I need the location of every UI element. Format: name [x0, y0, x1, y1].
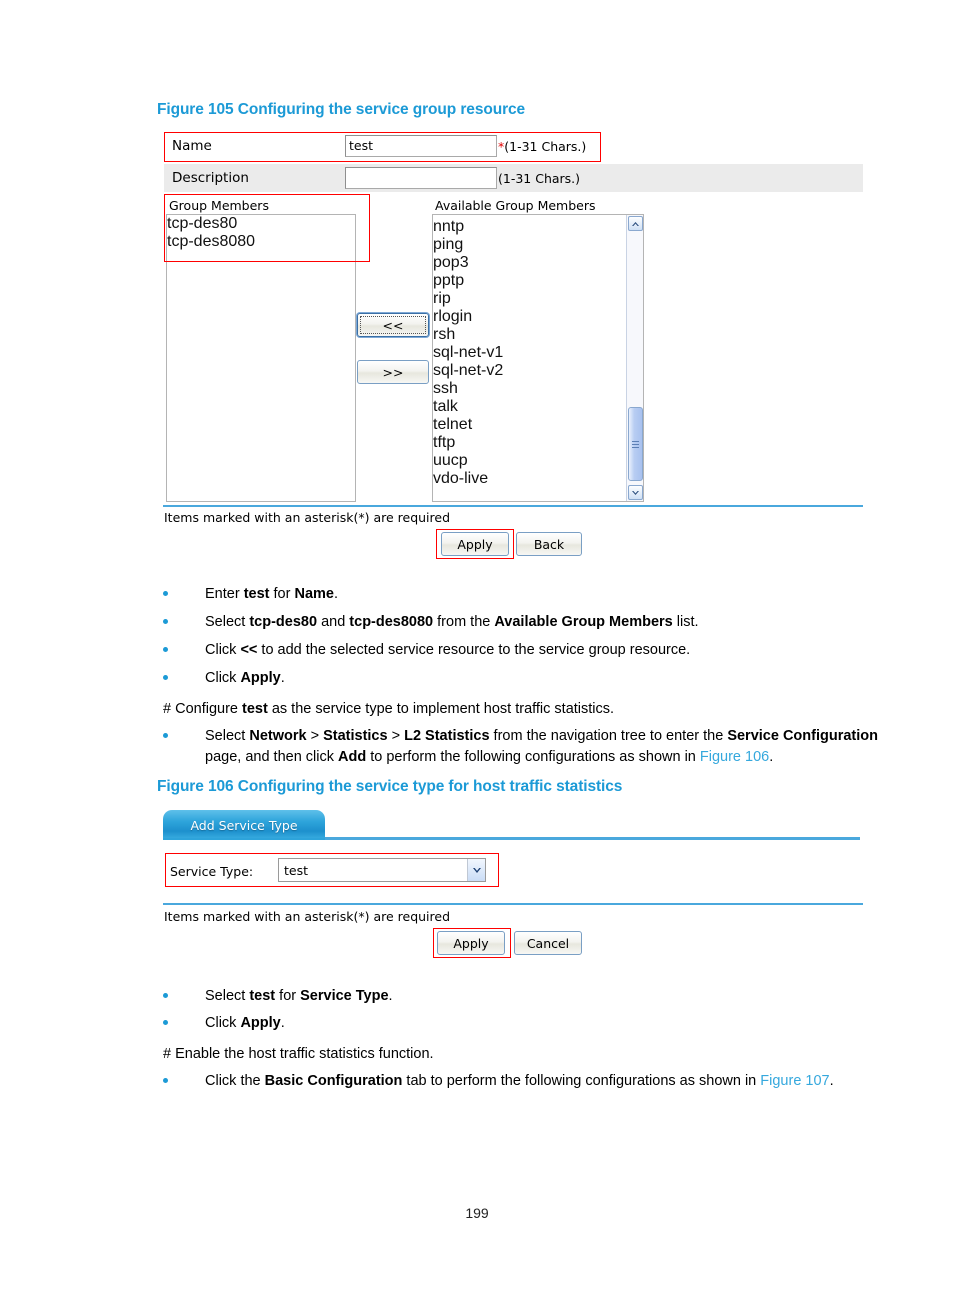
service-type-select[interactable]: test	[278, 858, 486, 882]
step-text: Select Network > Statistics > L2 Statist…	[205, 728, 878, 765]
description-label: Description	[172, 170, 249, 186]
list-item[interactable]: ping	[433, 236, 643, 254]
apply-button-105[interactable]: Apply	[441, 532, 509, 556]
service-type-label: Service Type:	[170, 864, 254, 879]
tab-label: Add Service Type	[190, 817, 298, 833]
list-item[interactable]: uucp	[433, 452, 643, 470]
bullet-icon	[163, 1020, 168, 1025]
listbox-scrollbar[interactable]	[626, 215, 643, 501]
step-text: Click Apply.	[205, 670, 285, 686]
figure-106-required-note: Items marked with an asterisk(*) are req…	[164, 909, 451, 924]
available-options: nntp ping pop3 pptp rip rlogin rsh sql-n…	[433, 215, 643, 488]
list-item: Select test for Service Type.	[163, 986, 893, 1007]
bullet-icon	[163, 993, 168, 998]
chevron-up-icon	[632, 221, 639, 226]
list-item[interactable]: pop3	[433, 254, 643, 272]
available-group-members-listbox[interactable]: nntp ping pop3 pptp rip rlogin rsh sql-n…	[432, 214, 644, 502]
list-item[interactable]: tcp-des8080	[167, 233, 355, 251]
chevron-down-icon	[632, 490, 639, 495]
figure-105-caption: Figure 105 Configuring the service group…	[157, 101, 526, 118]
list-item[interactable]: tcp-des80	[167, 215, 355, 233]
step-text: Click the Basic Configuration tab to per…	[205, 1073, 834, 1089]
list-item: Enter test for Name.	[163, 584, 893, 605]
move-right-label: >>	[382, 364, 404, 380]
list-item[interactable]: rsh	[433, 326, 643, 344]
figure-105-divider	[163, 505, 863, 507]
bullet-icon	[163, 591, 168, 596]
chevron-down-glyph	[472, 867, 481, 873]
list-item: Select Network > Statistics > L2 Statist…	[163, 726, 903, 768]
name-input[interactable]: test	[345, 135, 497, 157]
step-text: Select tcp-des80 and tcp-des8080 from th…	[205, 614, 699, 630]
tab-add-service-type[interactable]: Add Service Type	[163, 810, 325, 840]
name-length-hint: (1-31 Chars.)	[504, 139, 587, 154]
group-members-listbox[interactable]: tcp-des80 tcp-des8080	[166, 214, 356, 502]
bullet-icon	[163, 675, 168, 680]
apply-button-106[interactable]: Apply	[437, 931, 505, 955]
service-type-value: test	[284, 862, 309, 878]
list-item[interactable]: pptp	[433, 272, 643, 290]
figure-105-required-note: Items marked with an asterisk(*) are req…	[164, 510, 451, 525]
list-item[interactable]: tftp	[433, 434, 643, 452]
page-number: 199	[465, 1205, 489, 1221]
figure-106-caption: Figure 106 Configuring the service type …	[157, 778, 623, 795]
list-item[interactable]: sql-net-v2	[433, 362, 643, 380]
scrollbar-thumb[interactable]	[628, 407, 643, 481]
list-item[interactable]: rip	[433, 290, 643, 308]
name-required-hint: *(1-31 Chars.)	[498, 139, 586, 154]
step-text: Enter test for Name.	[205, 586, 338, 602]
description-length-hint: (1-31 Chars.)	[498, 171, 581, 186]
bullet-icon	[163, 733, 168, 738]
name-label: Name	[172, 138, 212, 154]
step-text: Select test for Service Type.	[205, 988, 393, 1004]
list-item[interactable]: nntp	[433, 218, 643, 236]
back-button-105[interactable]: Back	[516, 532, 582, 556]
list-item: Click << to add the selected service res…	[163, 640, 893, 661]
list-item[interactable]: rlogin	[433, 308, 643, 326]
step-text: Click Apply.	[205, 1015, 285, 1031]
bullet-icon	[163, 1078, 168, 1083]
apply-label: Apply	[453, 935, 489, 951]
list-item[interactable]: ssh	[433, 380, 643, 398]
list-item: Click Apply.	[163, 1013, 893, 1034]
move-right-button[interactable]: >>	[357, 360, 429, 384]
list-item: Click Apply.	[163, 668, 893, 689]
note-paragraph-1: # Configure test as the service type to …	[163, 701, 615, 717]
tab-underline	[325, 837, 860, 840]
group-members-label: Group Members	[169, 198, 269, 213]
figure-106-divider	[163, 903, 863, 905]
move-left-button[interactable]: <<	[357, 313, 429, 337]
bullet-icon	[163, 619, 168, 624]
step-text: Click << to add the selected service res…	[205, 642, 691, 658]
list-item: Click the Basic Configuration tab to per…	[163, 1071, 908, 1092]
cancel-button-106[interactable]: Cancel	[514, 931, 582, 955]
focus-ring	[360, 316, 426, 334]
list-item[interactable]: telnet	[433, 416, 643, 434]
scroll-up-icon[interactable]	[628, 216, 643, 231]
scrollbar-grip-icon	[632, 440, 639, 448]
available-group-members-label: Available Group Members	[435, 198, 596, 213]
note-paragraph-2: # Enable the host traffic statistics fun…	[163, 1046, 434, 1062]
apply-label: Apply	[457, 536, 493, 552]
back-label: Back	[533, 536, 565, 552]
list-item: Select tcp-des80 and tcp-des8080 from th…	[163, 612, 893, 633]
scroll-down-icon[interactable]	[628, 485, 643, 500]
list-item[interactable]: sql-net-v1	[433, 344, 643, 362]
list-item[interactable]: talk	[433, 398, 643, 416]
chevron-down-icon[interactable]	[467, 859, 485, 881]
description-input[interactable]	[345, 167, 497, 189]
tab-active-underline	[163, 838, 325, 840]
cancel-label: Cancel	[526, 935, 570, 951]
list-item[interactable]: vdo-live	[433, 470, 643, 488]
bullet-icon	[163, 647, 168, 652]
